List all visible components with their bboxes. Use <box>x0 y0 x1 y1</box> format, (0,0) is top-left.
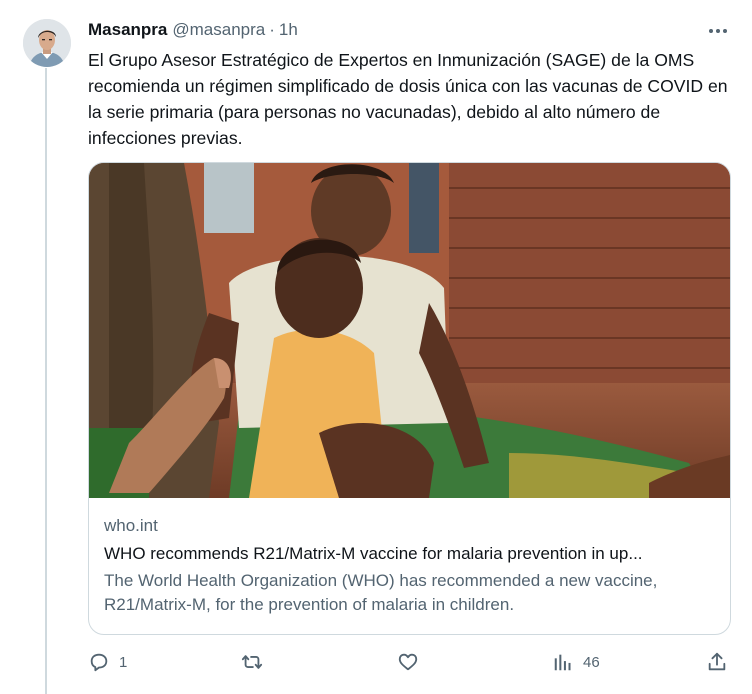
reply-button[interactable]: 1 <box>88 648 127 676</box>
tweet-text: El Grupo Asesor Estratégico de Expertos … <box>88 50 728 148</box>
reply-count: 1 <box>119 653 128 671</box>
share-icon <box>706 651 728 673</box>
card-image[interactable] <box>89 163 730 498</box>
heart-icon <box>397 651 419 673</box>
tweet-header: Masanpra @masanpra · 1h <box>88 18 298 42</box>
author-name[interactable]: Masanpra <box>88 20 167 40</box>
share-button[interactable] <box>706 648 728 676</box>
author-handle[interactable]: @masanpra <box>172 20 265 40</box>
thread-line <box>45 68 47 694</box>
avatar[interactable] <box>23 19 71 67</box>
separator-dot: · <box>269 20 275 39</box>
link-card[interactable]: who.int WHO recommends R21/Matrix-M vacc… <box>88 162 731 635</box>
timestamp[interactable]: 1h <box>279 20 298 40</box>
more-icon[interactable] <box>706 20 730 42</box>
views-button[interactable]: 46 <box>552 648 600 676</box>
retweet-icon <box>240 651 264 673</box>
retweet-button[interactable] <box>240 648 273 676</box>
card-title[interactable]: WHO recommends R21/Matrix-M vaccine for … <box>104 544 719 564</box>
card-domain: who.int <box>104 516 158 535</box>
reply-icon <box>88 651 110 673</box>
views-count: 46 <box>583 653 600 671</box>
like-button[interactable] <box>397 648 428 676</box>
views-icon <box>552 651 574 673</box>
action-bar: 1 46 <box>88 648 738 676</box>
card-description: The World Health Organization (WHO) has … <box>104 571 658 614</box>
